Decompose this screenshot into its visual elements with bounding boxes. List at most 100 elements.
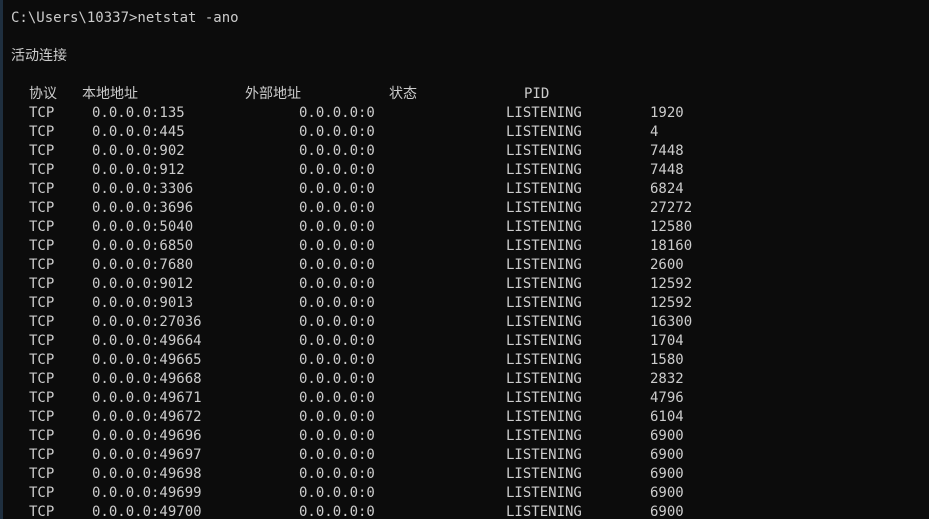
pid-cell: 12580 — [650, 219, 693, 235]
table-row: TCP 0.0.0.0:445 0.0.0.0:0 LISTENING 4 — [0, 123, 929, 142]
table-row: TCP 0.0.0.0:9013 0.0.0.0:0 LISTENING 12592 — [0, 294, 929, 313]
table-row: TCP 0.0.0.0:49668 0.0.0.0:0 LISTENING 2832 — [0, 370, 929, 389]
foreign-address-cell: 0.0.0.0:0 — [299, 504, 375, 519]
foreign-address-cell: 0.0.0.0:0 — [299, 314, 375, 330]
foreign-address-cell: 0.0.0.0:0 — [299, 238, 375, 254]
proto-cell: TCP — [29, 428, 55, 444]
foreign-address-cell: 0.0.0.0:0 — [299, 124, 375, 140]
proto-cell: TCP — [29, 371, 55, 387]
foreign-address-cell: 0.0.0.0:0 — [299, 105, 375, 121]
pid-cell: 7448 — [650, 143, 684, 159]
state-cell: LISTENING — [506, 124, 582, 140]
table-row: TCP 0.0.0.0:49700 0.0.0.0:0 LISTENING 6900 — [0, 503, 929, 519]
pid-cell: 6900 — [650, 428, 684, 444]
header-state: 状态 — [389, 86, 417, 102]
table-row: TCP 0.0.0.0:49672 0.0.0.0:0 LISTENING 6104 — [0, 408, 929, 427]
state-cell: LISTENING — [506, 143, 582, 159]
state-cell: LISTENING — [506, 314, 582, 330]
state-cell: LISTENING — [506, 428, 582, 444]
pid-cell: 16300 — [650, 314, 693, 330]
local-address-cell: 0.0.0.0:9012 — [92, 276, 194, 292]
pid-cell: 6104 — [650, 409, 684, 425]
local-address-cell: 0.0.0.0:445 — [92, 124, 185, 140]
local-address-cell: 0.0.0.0:49671 — [92, 390, 202, 406]
proto-cell: TCP — [29, 485, 55, 501]
state-cell: LISTENING — [506, 390, 582, 406]
proto-cell: TCP — [29, 238, 55, 254]
local-address-cell: 0.0.0.0:912 — [92, 162, 185, 178]
pid-cell: 6900 — [650, 485, 684, 501]
foreign-address-cell: 0.0.0.0:0 — [299, 257, 375, 273]
foreign-address-cell: 0.0.0.0:0 — [299, 333, 375, 349]
foreign-address-cell: 0.0.0.0:0 — [299, 276, 375, 292]
pid-cell: 4796 — [650, 390, 684, 406]
pid-cell: 12592 — [650, 276, 693, 292]
foreign-address-cell: 0.0.0.0:0 — [299, 485, 375, 501]
proto-cell: TCP — [29, 257, 55, 273]
table-row: TCP 0.0.0.0:912 0.0.0.0:0 LISTENING 7448 — [0, 161, 929, 180]
proto-cell: TCP — [29, 352, 55, 368]
state-cell: LISTENING — [506, 105, 582, 121]
local-address-cell: 0.0.0.0:49665 — [92, 352, 202, 368]
table-row: TCP 0.0.0.0:6850 0.0.0.0:0 LISTENING 18160 — [0, 237, 929, 256]
proto-cell: TCP — [29, 276, 55, 292]
table-row: TCP 0.0.0.0:902 0.0.0.0:0 LISTENING 7448 — [0, 142, 929, 161]
proto-cell: TCP — [29, 219, 55, 235]
state-cell: LISTENING — [506, 257, 582, 273]
foreign-address-cell: 0.0.0.0:0 — [299, 352, 375, 368]
foreign-address-cell: 0.0.0.0:0 — [299, 162, 375, 178]
table-row: TCP 0.0.0.0:49698 0.0.0.0:0 LISTENING 6900 — [0, 465, 929, 484]
proto-cell: TCP — [29, 314, 55, 330]
connections-table: TCP 0.0.0.0:135 0.0.0.0:0 LISTENING 1920 TCP 0… — [0, 104, 929, 519]
pid-cell: 7448 — [650, 162, 684, 178]
foreign-address-cell: 0.0.0.0:0 — [299, 200, 375, 216]
header-foreign-address: 外部地址 — [245, 86, 301, 102]
local-address-cell: 0.0.0.0:902 — [92, 143, 185, 159]
foreign-address-cell: 0.0.0.0:0 — [299, 295, 375, 311]
foreign-address-cell: 0.0.0.0:0 — [299, 390, 375, 406]
state-cell: LISTENING — [506, 504, 582, 519]
foreign-address-cell: 0.0.0.0:0 — [299, 447, 375, 463]
pid-cell: 27272 — [650, 200, 693, 216]
command-prompt-line: C:\Users\10337>netstat -ano — [11, 10, 239, 26]
local-address-cell: 0.0.0.0:49700 — [92, 504, 202, 519]
state-cell: LISTENING — [506, 333, 582, 349]
local-address-cell: 0.0.0.0:5040 — [92, 219, 194, 235]
table-row: TCP 0.0.0.0:3696 0.0.0.0:0 LISTENING 27272 — [0, 199, 929, 218]
local-address-cell: 0.0.0.0:7680 — [92, 257, 194, 273]
foreign-address-cell: 0.0.0.0:0 — [299, 466, 375, 482]
pid-cell: 1704 — [650, 333, 684, 349]
pid-cell: 6900 — [650, 466, 684, 482]
table-row: TCP 0.0.0.0:135 0.0.0.0:0 LISTENING 1920 — [0, 104, 929, 123]
state-cell: LISTENING — [506, 371, 582, 387]
header-pid: PID — [524, 86, 550, 102]
foreign-address-cell: 0.0.0.0:0 — [299, 219, 375, 235]
proto-cell: TCP — [29, 181, 55, 197]
foreign-address-cell: 0.0.0.0:0 — [299, 181, 375, 197]
proto-cell: TCP — [29, 295, 55, 311]
table-row: TCP 0.0.0.0:49664 0.0.0.0:0 LISTENING 1704 — [0, 332, 929, 351]
local-address-cell: 0.0.0.0:49699 — [92, 485, 202, 501]
proto-cell: TCP — [29, 333, 55, 349]
local-address-cell: 0.0.0.0:49696 — [92, 428, 202, 444]
pid-cell: 2600 — [650, 257, 684, 273]
table-row: TCP 0.0.0.0:3306 0.0.0.0:0 LISTENING 6824 — [0, 180, 929, 199]
proto-cell: TCP — [29, 390, 55, 406]
proto-cell: TCP — [29, 105, 55, 121]
table-row: TCP 0.0.0.0:49671 0.0.0.0:0 LISTENING 4796 — [0, 389, 929, 408]
proto-cell: TCP — [29, 447, 55, 463]
proto-cell: TCP — [29, 466, 55, 482]
proto-cell: TCP — [29, 200, 55, 216]
terminal-window[interactable]: C:\Users\10337>netstat -ano 活动连接 协议 本地地址… — [0, 0, 929, 519]
state-cell: LISTENING — [506, 352, 582, 368]
pid-cell: 1580 — [650, 352, 684, 368]
foreign-address-cell: 0.0.0.0:0 — [299, 143, 375, 159]
proto-cell: TCP — [29, 124, 55, 140]
table-row: TCP 0.0.0.0:49696 0.0.0.0:0 LISTENING 6900 — [0, 427, 929, 446]
state-cell: LISTENING — [506, 485, 582, 501]
pid-cell: 2832 — [650, 371, 684, 387]
local-address-cell: 0.0.0.0:49668 — [92, 371, 202, 387]
pid-cell: 1920 — [650, 105, 684, 121]
local-address-cell: 0.0.0.0:27036 — [92, 314, 202, 330]
table-row: TCP 0.0.0.0:49699 0.0.0.0:0 LISTENING 6900 — [0, 484, 929, 503]
